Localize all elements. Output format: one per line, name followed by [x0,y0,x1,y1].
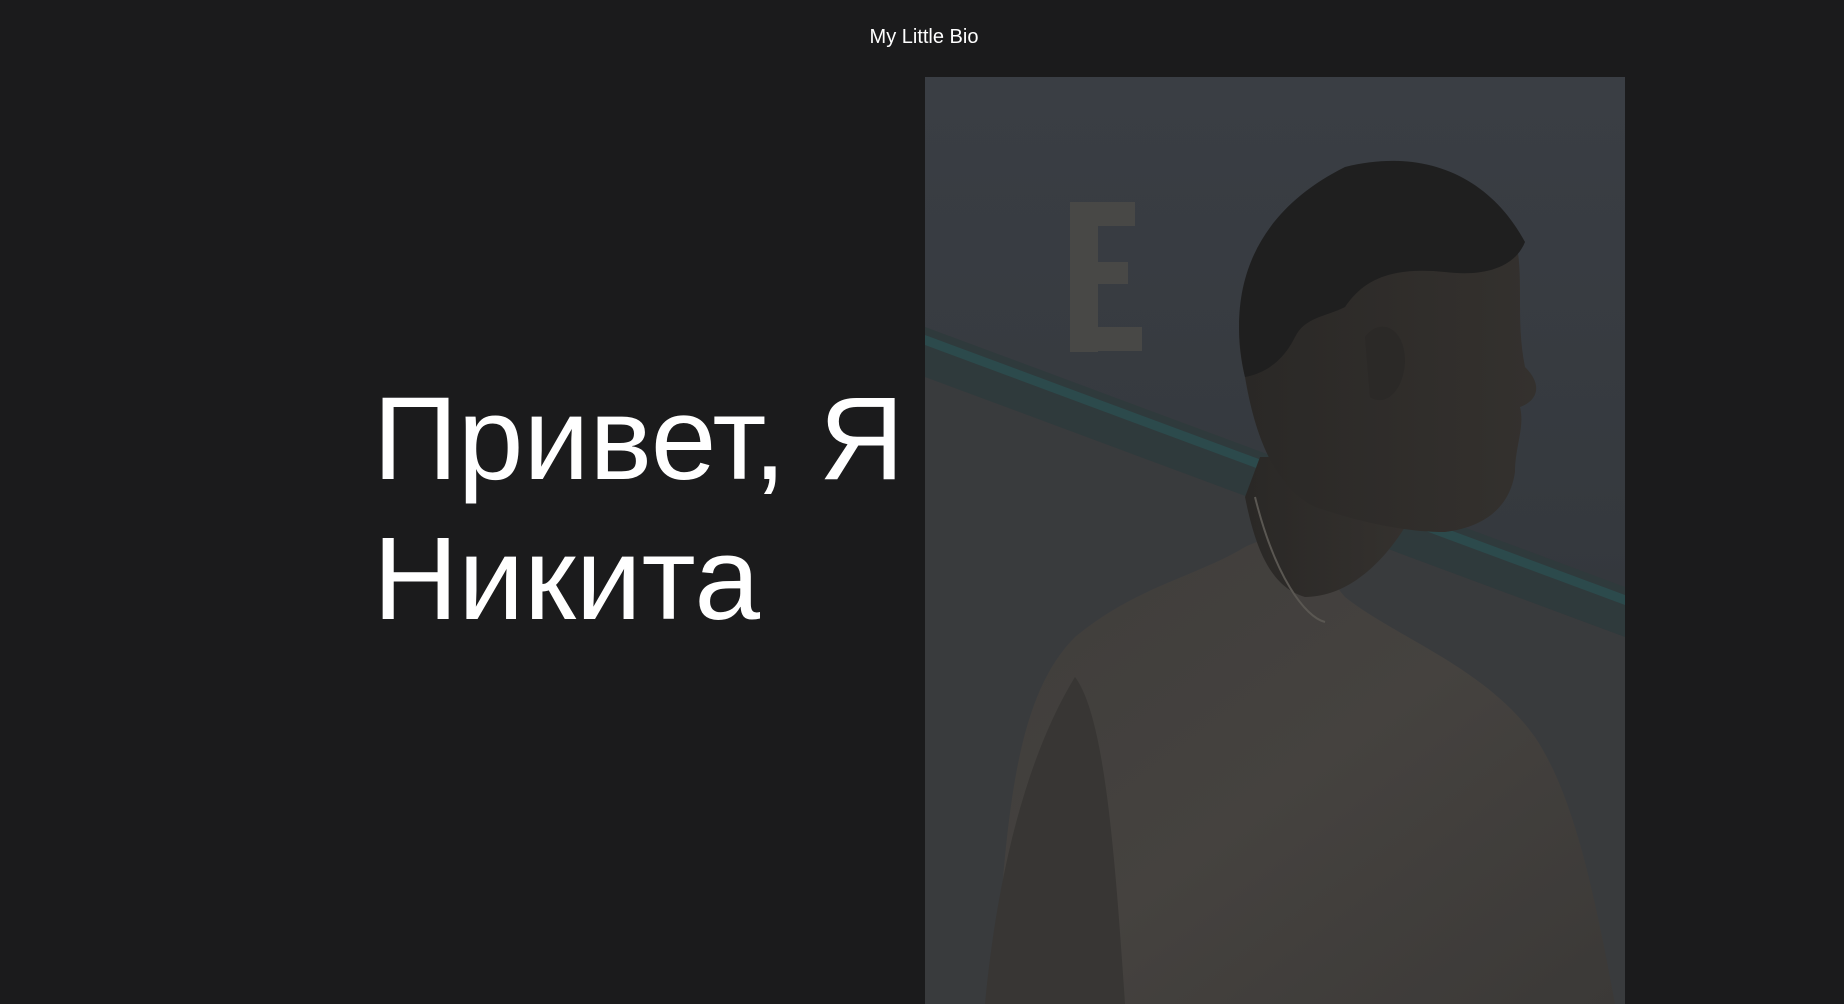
profile-photo-illustration [925,77,1625,1004]
hero-heading-line-2: Никита [373,513,761,645]
page: My Little Bio Привет, Я Никита [0,0,1844,1004]
hero-heading-line-1: Привет, Я [373,373,905,505]
profile-photo [925,77,1625,1004]
hero-heading: Привет, Я Никита [373,369,904,649]
site-title[interactable]: My Little Bio [0,24,1844,50]
